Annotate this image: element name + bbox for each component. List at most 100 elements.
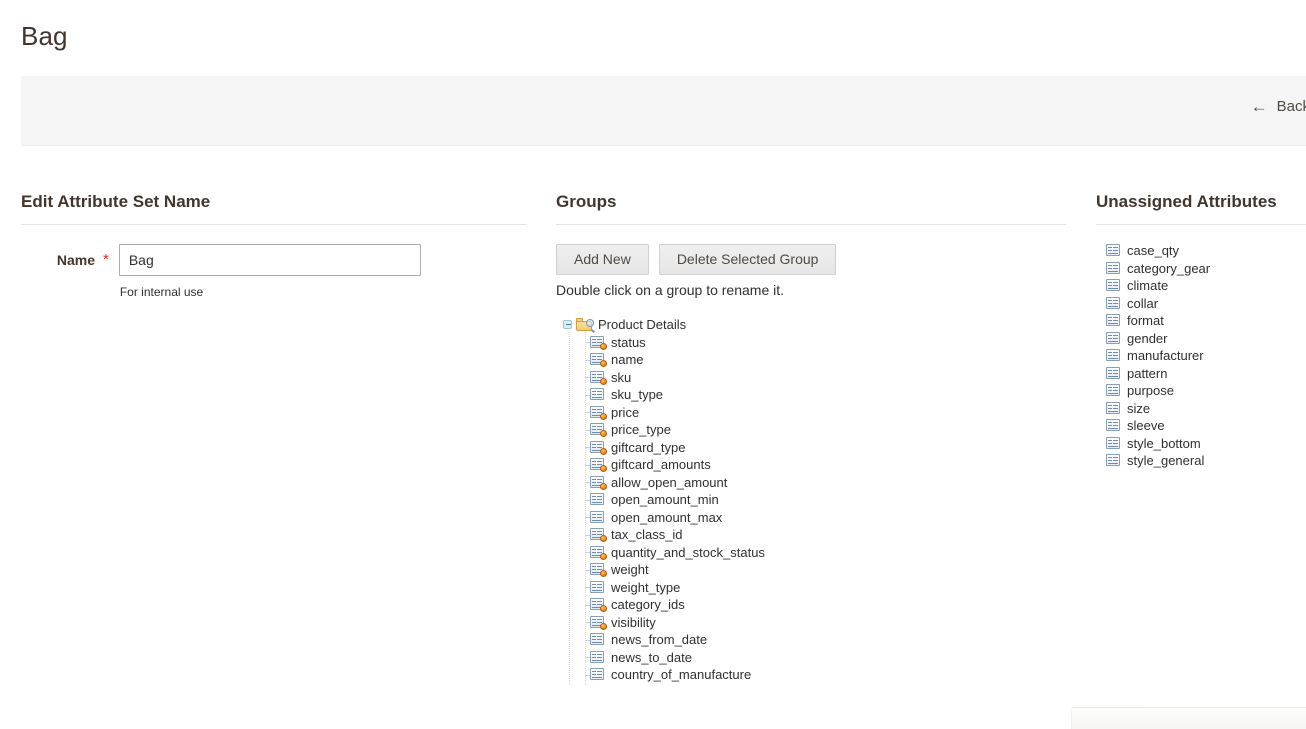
unassigned-attribute-label: size (1126, 401, 1150, 416)
attribute-system-icon (590, 546, 606, 559)
name-field-row: Name * For internal use (21, 244, 421, 299)
tree-attribute-label: visibility (610, 615, 656, 630)
add-new-group-button[interactable]: Add New (556, 244, 649, 275)
unassigned-attribute-item[interactable]: format (1106, 312, 1210, 330)
tree-attribute-label: category_ids (610, 597, 685, 612)
attribute-icon (1106, 314, 1122, 327)
system-attribute-badge-icon (600, 360, 607, 367)
attribute-icon (590, 511, 606, 524)
unassigned-attributes-panel: Unassigned Attributes case_qtycategory_g… (1096, 192, 1306, 225)
tree-attribute-label: price_type (610, 422, 671, 437)
attribute-icon (1106, 367, 1122, 380)
tree-attribute-node[interactable]: sku_type (563, 386, 1063, 404)
unassigned-attribute-item[interactable]: style_general (1106, 452, 1210, 470)
system-attribute-badge-icon (600, 570, 607, 577)
unassigned-attribute-item[interactable]: gender (1106, 330, 1210, 348)
attribute-system-icon (590, 441, 606, 454)
groups-button-row: Add New Delete Selected Group (556, 244, 836, 275)
system-attribute-badge-icon (600, 483, 607, 490)
system-attribute-badge-icon (600, 623, 607, 630)
back-button-label: Back (1277, 98, 1306, 115)
tree-attribute-label: tax_class_id (610, 527, 683, 542)
name-input[interactable] (119, 244, 421, 276)
tree-attribute-node[interactable]: open_amount_min (563, 491, 1063, 509)
edit-attribute-set-name-panel: Edit Attribute Set Name Name * For inter… (21, 192, 526, 225)
unassigned-attribute-item[interactable]: case_qty (1106, 242, 1210, 260)
tree-attribute-label: sku_type (610, 387, 663, 402)
required-asterisk: * (103, 244, 109, 276)
name-field-control: For internal use (119, 244, 421, 299)
delete-selected-group-button[interactable]: Delete Selected Group (659, 244, 837, 275)
unassigned-attribute-item[interactable]: climate (1106, 277, 1210, 295)
tree-attribute-node[interactable]: name (563, 351, 1063, 369)
tree-attribute-label: open_amount_min (610, 492, 719, 507)
attribute-icon (1106, 349, 1122, 362)
unassigned-attribute-item[interactable]: collar (1106, 295, 1210, 313)
system-attribute-badge-icon (600, 553, 607, 560)
tree-attribute-node[interactable]: giftcard_amounts (563, 456, 1063, 474)
attribute-icon (590, 633, 606, 646)
tree-attribute-label: giftcard_type (610, 440, 685, 455)
unassigned-attribute-label: category_gear (1126, 261, 1210, 276)
tree-attribute-node[interactable]: category_ids (563, 596, 1063, 614)
section-divider (1096, 224, 1306, 225)
unassigned-attribute-label: pattern (1126, 366, 1167, 381)
tree-attribute-label: news_from_date (610, 632, 707, 647)
tree-attribute-node[interactable]: news_to_date (563, 649, 1063, 667)
tree-attribute-node[interactable]: status (563, 334, 1063, 352)
tree-attribute-node[interactable]: country_of_manufacture (563, 666, 1063, 684)
tree-attribute-label: sku (610, 370, 631, 385)
tree-attribute-label: price (610, 405, 639, 420)
system-attribute-badge-icon (600, 413, 607, 420)
attribute-system-icon (590, 353, 606, 366)
groups-tree: Product Details statusnamesku sku_typepri… (563, 316, 1063, 684)
unassigned-attribute-item[interactable]: purpose (1106, 382, 1210, 400)
back-button[interactable]: ← Back (1251, 98, 1306, 115)
tree-attribute-node[interactable]: sku (563, 369, 1063, 387)
section-divider (21, 224, 526, 225)
tree-attribute-node[interactable]: tax_class_id (563, 526, 1063, 544)
unassigned-attribute-label: style_bottom (1126, 436, 1201, 451)
unassigned-attribute-label: sleeve (1126, 418, 1165, 433)
tree-attribute-node[interactable]: weight_type (563, 579, 1063, 597)
unassigned-attribute-label: format (1126, 313, 1164, 328)
tree-attribute-node[interactable]: price (563, 404, 1063, 422)
folder-search-icon (576, 318, 594, 332)
attribute-system-icon (590, 598, 606, 611)
groups-rename-hint: Double click on a group to rename it. (556, 282, 784, 298)
collapse-minus-icon[interactable] (563, 320, 572, 329)
tree-attribute-label: weight_type (610, 580, 680, 595)
tree-attribute-node[interactable]: news_from_date (563, 631, 1063, 649)
tree-attribute-label: status (610, 335, 646, 350)
attribute-icon (1106, 437, 1122, 450)
tree-attribute-node[interactable]: allow_open_amount (563, 474, 1063, 492)
tree-attribute-node[interactable]: price_type (563, 421, 1063, 439)
attribute-set-edit-page: Bag ← Back Edit Attribute Set Name Name … (0, 0, 1306, 729)
unassigned-attribute-item[interactable]: category_gear (1106, 260, 1210, 278)
page-actions-bar: ← Back (21, 76, 1306, 146)
groups-panel: Groups Add New Delete Selected Group Dou… (556, 192, 1066, 225)
attribute-icon (590, 493, 606, 506)
attribute-icon (1106, 332, 1122, 345)
tree-attribute-node[interactable]: weight (563, 561, 1063, 579)
edit-attribute-set-name-heading: Edit Attribute Set Name (21, 192, 526, 224)
attribute-icon (1106, 279, 1122, 292)
unassigned-attribute-item[interactable]: sleeve (1106, 417, 1210, 435)
tree-attribute-node[interactable]: giftcard_type (563, 439, 1063, 457)
unassigned-attribute-label: case_qty (1126, 243, 1179, 258)
unassigned-attribute-label: climate (1126, 278, 1168, 293)
tree-attribute-node[interactable]: quantity_and_stock_status (563, 544, 1063, 562)
groups-heading: Groups (556, 192, 1066, 224)
tree-attribute-node[interactable]: open_amount_max (563, 509, 1063, 527)
unassigned-attribute-item[interactable]: pattern (1106, 365, 1210, 383)
unassigned-attribute-item[interactable]: manufacturer (1106, 347, 1210, 365)
tree-group-product-details[interactable]: Product Details (563, 316, 1063, 334)
unassigned-attribute-item[interactable]: style_bottom (1106, 435, 1210, 453)
unassigned-attribute-label: gender (1126, 331, 1167, 346)
system-attribute-badge-icon (600, 448, 607, 455)
tree-group-label: Product Details (597, 317, 686, 332)
tree-attribute-label: open_amount_max (610, 510, 722, 525)
name-field-label: Name (21, 244, 103, 276)
tree-attribute-node[interactable]: visibility (563, 614, 1063, 632)
unassigned-attribute-item[interactable]: size (1106, 400, 1210, 418)
